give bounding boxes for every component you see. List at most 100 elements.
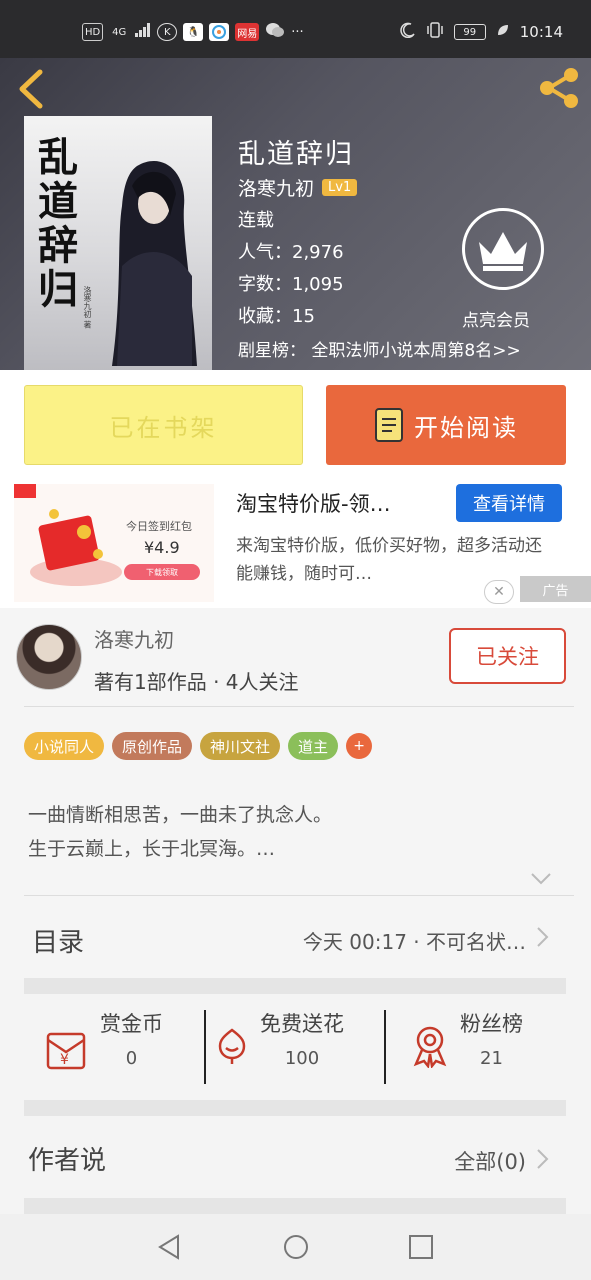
tag-item[interactable]: 原创作品 <box>112 732 193 760</box>
flower-icon <box>218 1028 246 1064</box>
back-button[interactable] <box>14 66 50 112</box>
k-app-icon: K <box>157 23 178 41</box>
hd-icon: HD <box>82 23 104 41</box>
status-icons-right: 99 10:14 <box>400 22 563 42</box>
ad-image-button: 下载领取 <box>124 564 200 580</box>
catalog-row[interactable]: 目录 今天 00:17 · 不可名状… <box>24 896 566 978</box>
reward-coins-item[interactable]: ¥ 赏金币 0 <box>44 1008 163 1072</box>
section-separator <box>24 1100 566 1116</box>
interaction-stats: ¥ 赏金币 0 免费送花 100 粉丝榜 21 <box>24 994 566 1100</box>
tag-item[interactable]: 神川文社 <box>200 732 281 760</box>
popularity-stat: 人气：2,976 <box>238 238 344 264</box>
ad-description[interactable]: 来淘宝特价版，低价买好物，超多活动还能赚钱，随时可… <box>236 532 556 588</box>
chevron-right-icon <box>537 927 549 947</box>
app-icon <box>209 23 230 41</box>
member-label: 点亮会员 <box>462 311 530 331</box>
nav-recents-icon[interactable] <box>406 1232 436 1262</box>
author-says-all: 全部(0) <box>454 1150 526 1174</box>
ad-banner[interactable]: 今日签到红包 ¥4.9 下载领取 淘宝特价版-领… 查看详情 来淘宝特价版，低价… <box>0 482 591 608</box>
fans-ranking-label: 粉丝榜 <box>460 1012 523 1036</box>
latest-chapter: 今天 00:17 · 不可名状… <box>302 930 526 954</box>
book-author-row[interactable]: 洛寒九初 Lv1 <box>238 174 358 201</box>
share-icon <box>540 68 578 108</box>
ad-title[interactable]: 淘宝特价版-领… <box>236 488 446 518</box>
author-says-label: 作者说 <box>28 1146 107 1176</box>
more-icon: ··· <box>291 24 304 40</box>
favorites-value: 15 <box>292 306 315 327</box>
favorites-stat: 收藏：15 <box>238 302 315 328</box>
book-author[interactable]: 洛寒九初 <box>238 174 314 201</box>
section-separator <box>24 978 566 994</box>
ad-image-amount: ¥4.9 <box>144 538 180 557</box>
followed-button[interactable]: 已关注 <box>449 628 566 684</box>
fans-ranking-item[interactable]: 粉丝榜 21 <box>410 1008 523 1069</box>
serial-status: 连载 <box>238 210 274 231</box>
battery-icon: 99 <box>453 24 486 40</box>
favorites-label: 收藏： <box>238 306 292 327</box>
red-envelope-icon <box>14 484 122 586</box>
book-intro[interactable]: 一曲情断相思苦，一曲未了执念人。 生于云巅上，长于北冥海。… <box>28 798 332 866</box>
in-shelf-button[interactable]: 已在书架 <box>24 385 303 465</box>
divider <box>24 706 574 707</box>
fans-ranking-value: 21 <box>480 1048 503 1069</box>
signal-bars-icon <box>135 23 151 41</box>
more-tags-button[interactable]: + <box>346 733 373 759</box>
book-icon <box>375 408 403 442</box>
tag-list: 小说同人 原创作品 神川文社 道主 + <box>24 732 373 760</box>
book-title: 乱道辞归 <box>238 139 354 170</box>
reward-coins-value: 0 <box>125 1048 138 1069</box>
ranking-link[interactable]: 剧星榜： 全职法师小说本周第8名>> <box>238 336 521 361</box>
reward-coins-label: 赏金币 <box>100 1012 163 1036</box>
crown-icon <box>479 232 527 271</box>
start-reading-button[interactable]: 开始阅读 <box>326 385 566 465</box>
ad-label: 广告 <box>520 576 591 602</box>
author-avatar[interactable] <box>16 624 82 690</box>
intro-line: 生于云巅上，长于北冥海。… <box>28 838 276 860</box>
author-says-row[interactable]: 作者说 全部(0) <box>24 1118 566 1198</box>
tag-item[interactable]: 小说同人 <box>24 732 105 760</box>
leaf-icon <box>496 23 510 41</box>
book-header: 乱道辞归 洛寒九初 著 乱道辞归 洛寒九初 Lv1 连载 人气：2,976 字数… <box>0 58 591 370</box>
clock-time: 10:14 <box>519 23 563 41</box>
status-icons-left: HD 4G K 🐧 网易 ··· <box>82 22 304 42</box>
cover-author: 洛寒九初 著 <box>83 286 92 329</box>
action-bar: 已在书架 开始阅读 <box>0 370 591 482</box>
author-meta: 著有1部作品 · 4人关注 <box>94 670 299 694</box>
popularity-label: 人气： <box>238 242 292 263</box>
author-name[interactable]: 洛寒九初 <box>94 624 174 653</box>
send-flowers-item[interactable]: 免费送花 100 <box>214 1008 344 1069</box>
medal-icon <box>413 1026 447 1068</box>
status-bar: HD 4G K 🐧 网易 ··· 99 10:14 <box>0 0 591 58</box>
start-reading-label: 开始阅读 <box>414 413 518 442</box>
netease-icon: 网易 <box>235 23 260 41</box>
words-label: 字数： <box>238 274 292 295</box>
member-button[interactable] <box>462 208 544 290</box>
ad-image[interactable]: 今日签到红包 ¥4.9 下载领取 <box>14 484 214 602</box>
intro-line: 一曲情断相思苦，一曲未了执念人。 <box>28 804 333 826</box>
level-badge: Lv1 <box>322 179 358 196</box>
popularity-value: 2,976 <box>292 242 344 263</box>
send-flowers-label: 免费送花 <box>260 1012 344 1036</box>
words-value: 1,095 <box>292 274 344 295</box>
section-separator <box>24 1198 566 1214</box>
share-button[interactable] <box>537 66 581 110</box>
moon-icon <box>400 22 416 42</box>
chevron-right-icon <box>537 1149 549 1169</box>
svg-text:¥: ¥ <box>60 1052 69 1068</box>
ad-cta-button[interactable]: 查看详情 <box>456 484 562 522</box>
tag-item[interactable]: 道主 <box>288 732 339 760</box>
wechat-icon <box>265 22 285 42</box>
ad-close-button[interactable]: ✕ <box>484 580 514 604</box>
ad-image-caption: 今日签到红包 <box>126 520 192 533</box>
book-cover[interactable]: 乱道辞归 洛寒九初 著 <box>24 116 212 370</box>
cover-illustration <box>112 160 197 366</box>
nav-back-icon[interactable] <box>154 1232 184 1262</box>
chevron-down-icon[interactable] <box>530 872 552 886</box>
nav-home-icon[interactable] <box>281 1232 311 1262</box>
system-nav-bar <box>0 1214 591 1280</box>
word-count-stat: 字数：1,095 <box>238 270 344 296</box>
qq-icon: 🐧 <box>183 23 204 41</box>
cover-title: 乱道辞归 <box>38 134 78 313</box>
divider <box>384 1010 386 1084</box>
chevron-left-icon <box>19 69 43 109</box>
